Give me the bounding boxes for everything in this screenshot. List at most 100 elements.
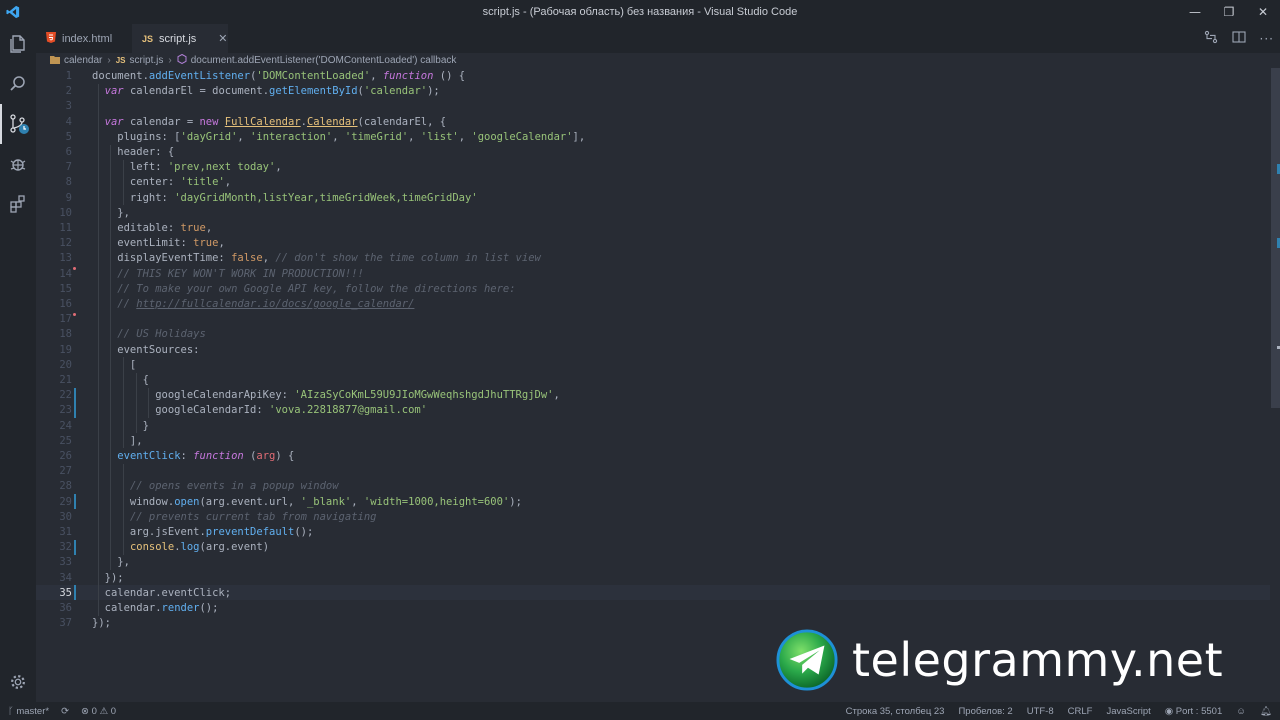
modified-gutter-marker[interactable] [74, 387, 76, 403]
line-number: 4 [65, 115, 72, 128]
code-text: // http://fullcalendar.io/docs/google_ca… [92, 298, 414, 310]
more-actions-icon[interactable]: ··· [1260, 32, 1274, 46]
code-line[interactable]: 1 document.addEventListener('DOMContentLo… [36, 69, 1270, 84]
code-line[interactable]: 25 ], [36, 433, 1270, 448]
tab-index-html[interactable]: index.html [36, 24, 132, 53]
code-line[interactable]: 18 // US Holidays [36, 327, 1270, 342]
code-line[interactable]: 32 console.log(arg.event) [36, 540, 1270, 555]
code-line[interactable]: 34 }); [36, 570, 1270, 585]
extensions-icon[interactable] [0, 184, 36, 224]
code-line[interactable]: 4 var calendar = new FullCalendar.Calend… [36, 114, 1270, 129]
minimize-icon[interactable]: — [1178, 0, 1212, 24]
code-token: ], [572, 130, 586, 143]
breadcrumb-file[interactable]: script.js [130, 55, 164, 66]
code-line[interactable]: 3 [36, 99, 1270, 114]
breadcrumb-symbol[interactable]: document.addEventListener('DOMContentLoa… [191, 55, 457, 66]
live-server-port[interactable]: ◉ Port : 5501 [1165, 706, 1222, 717]
code-text: plugins: ['dayGrid', 'interaction', 'tim… [92, 131, 585, 143]
indent-guide [97, 83, 99, 616]
line-number: 13 [59, 252, 72, 265]
code-line[interactable]: 19 eventSources: [36, 342, 1270, 357]
line-number: 15 [59, 282, 72, 295]
code-token: calendar = [123, 115, 200, 128]
vscode-logo-icon[interactable] [0, 0, 26, 24]
feedback-icon[interactable]: ☺ [1236, 706, 1246, 717]
breadcrumb-folder[interactable]: calendar [64, 55, 102, 66]
problems-item[interactable]: ⊗ 0 ⚠ 0 [81, 706, 116, 717]
notifications-bell-icon[interactable]: 🔔︎ [1260, 706, 1272, 717]
line-number: 31 [59, 526, 72, 539]
code-line[interactable]: 10 }, [36, 205, 1270, 220]
close-window-icon[interactable]: ✕ [1246, 0, 1280, 24]
code-line[interactable]: 20 [ [36, 357, 1270, 372]
watermark-text: telegrammy.net [852, 633, 1224, 687]
code-line[interactable]: 30 // prevents current tab from navigati… [36, 509, 1270, 524]
compare-changes-icon[interactable] [1204, 30, 1218, 47]
code-line[interactable]: 9 right: 'dayGridMonth,listYear,timeGrid… [36, 190, 1270, 205]
restore-icon[interactable]: ❐ [1212, 0, 1246, 24]
code-line[interactable]: 22 googleCalendarApiKey: 'AIzaSyCoKmL59U… [36, 388, 1270, 403]
broadcast-icon: ◉ [1164, 705, 1174, 717]
code-token: function [193, 450, 244, 463]
code-line[interactable]: 16 // http://fullcalendar.io/docs/google… [36, 297, 1270, 312]
code-line[interactable]: 2 var calendarEl = document.getElementBy… [36, 84, 1270, 99]
error-count: 0 [91, 705, 97, 717]
code-line[interactable]: 31 arg.jsEvent.preventDefault(); [36, 525, 1270, 540]
code-line[interactable]: 29 window.open(arg.event.url, '_blank', … [36, 494, 1270, 509]
split-editor-icon[interactable] [1231, 30, 1246, 47]
code-line[interactable]: 26 eventClick: function (arg) { [36, 449, 1270, 464]
telegram-globe-logo [776, 629, 838, 691]
code-editor[interactable]: 1 document.addEventListener('DOMContentLo… [36, 68, 1270, 702]
code-line[interactable]: 24 } [36, 418, 1270, 433]
code-line[interactable]: 15 // To make your own Google API key, f… [36, 281, 1270, 296]
close-tab-icon[interactable]: ✕ [218, 32, 227, 45]
modified-gutter-marker[interactable] [74, 585, 76, 601]
settings-gear-icon[interactable] [0, 662, 36, 702]
deleted-gutter-marker[interactable] [73, 312, 76, 316]
code-text: calendar.eventClick; [92, 587, 231, 599]
line-ending[interactable]: CRLF [1068, 706, 1093, 717]
code-token: googleCalendarId: [92, 404, 270, 417]
source-control-icon[interactable] [0, 104, 36, 144]
cursor-position[interactable]: Строка 35, столбец 23 [846, 706, 945, 717]
code-line[interactable]: 28 // opens events in a popup window [36, 479, 1270, 494]
code-line[interactable]: 12 eventLimit: true, [36, 236, 1270, 251]
sync-icon[interactable]: ⟳ [61, 706, 69, 717]
branch-item[interactable]: ᚴ master* [8, 706, 49, 717]
code-line[interactable]: 36 calendar.render(); [36, 601, 1270, 616]
modified-gutter-marker[interactable] [74, 494, 76, 510]
code-line[interactable]: 5 plugins: ['dayGrid', 'interaction', 't… [36, 129, 1270, 144]
code-line[interactable]: 11 editable: true, [36, 221, 1270, 236]
git-branch-icon: ᚴ [8, 705, 14, 717]
encoding[interactable]: UTF-8 [1027, 706, 1054, 717]
line-number: 18 [59, 328, 72, 341]
modified-gutter-marker[interactable] [74, 539, 76, 555]
explorer-icon[interactable] [0, 24, 36, 64]
breadcrumb: calendar › JS script.js › document.addEv… [50, 53, 456, 68]
code-line[interactable]: 35 calendar.eventClick; [36, 585, 1270, 601]
tab-script-js[interactable]: JS script.js ✕ [132, 24, 228, 53]
code-token: () { [433, 70, 466, 83]
code-text: console.log(arg.event) [92, 541, 269, 553]
language-mode[interactable]: JavaScript [1106, 706, 1150, 717]
code-line[interactable]: 27 [36, 464, 1270, 479]
search-icon[interactable] [0, 64, 36, 104]
code-line[interactable]: 33 }, [36, 555, 1270, 570]
editor-scrollbar[interactable] [1270, 68, 1280, 702]
code-line[interactable]: 21 { [36, 373, 1270, 388]
modified-gutter-marker[interactable] [74, 402, 76, 419]
code-token: // To make your own Google API key, foll… [117, 282, 516, 295]
indentation[interactable]: Пробелов: 2 [958, 706, 1012, 717]
code-line[interactable]: 13 displayEventTime: false, // don't sho… [36, 251, 1270, 266]
code-line[interactable]: 23 googleCalendarId: 'vova.22818877@gmai… [36, 403, 1270, 418]
code-token: // [117, 298, 137, 311]
code-line[interactable]: 8 center: 'title', [36, 175, 1270, 190]
code-line[interactable]: 7 left: 'prev,next today', [36, 160, 1270, 175]
code-line[interactable]: 6 header: { [36, 145, 1270, 160]
debug-icon[interactable] [0, 144, 36, 184]
code-token: ], [92, 434, 143, 447]
code-line[interactable]: 14 // THIS KEY WON'T WORK IN PRODUCTION!… [36, 266, 1270, 281]
code-line[interactable]: 17 [36, 312, 1270, 327]
line-number: 24 [59, 419, 72, 432]
